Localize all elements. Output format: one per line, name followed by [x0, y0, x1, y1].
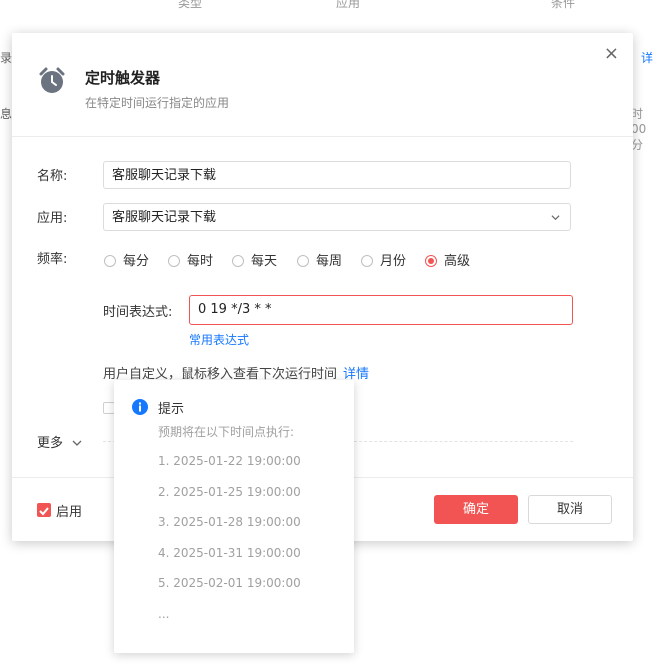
background-row-text: 时00分 — [631, 107, 647, 152]
app-select-value: 客服聊天记录下载 — [112, 210, 217, 225]
radio-dot — [297, 255, 309, 267]
app-label: 应用: — [37, 211, 68, 226]
radio-dot — [104, 255, 116, 267]
confirm-button[interactable]: 确定 — [434, 495, 518, 524]
cron-expression-input[interactable]: 0 19 */3 * * — [189, 295, 573, 325]
header-divider — [12, 136, 633, 137]
popover-title: 提示 — [158, 402, 185, 417]
column-header-type: 类型 — [178, 0, 203, 10]
close-icon[interactable]: × — [604, 45, 619, 63]
frequency-label: 频率: — [37, 252, 68, 267]
run-time-item: ... — [158, 606, 170, 621]
dialog-title: 定时触发器 — [85, 69, 161, 87]
radio-every-minute[interactable]: 每分 — [104, 250, 149, 269]
chevron-down-icon — [551, 215, 560, 221]
column-header-condition: 条件 — [551, 0, 576, 10]
radio-every-day[interactable]: 每天 — [232, 250, 277, 269]
popover-description: 预期将在以下时间点执行: — [158, 425, 295, 439]
radio-dot — [232, 255, 244, 267]
radio-month[interactable]: 月份 — [361, 250, 406, 269]
radio-dot — [361, 255, 373, 267]
next-run-popover: 提示 预期将在以下时间点执行: 1. 2025-01-22 19:00:00 2… — [114, 380, 354, 653]
check-icon — [39, 507, 49, 516]
radio-label: 每分 — [123, 254, 150, 269]
cron-expression-label: 时间表达式: — [103, 305, 173, 320]
enable-checkbox[interactable] — [37, 503, 51, 517]
radio-label: 每时 — [187, 254, 214, 269]
radio-dot — [425, 255, 437, 267]
common-expressions-link[interactable]: 常用表达式 — [189, 331, 249, 348]
radio-dot — [168, 255, 180, 267]
enable-label: 启用 — [56, 505, 83, 520]
name-label: 名称: — [37, 169, 68, 184]
radio-label: 每天 — [251, 254, 278, 269]
dialog-subtitle: 在特定时间运行指定的应用 — [85, 96, 230, 110]
run-time-item: 2. 2025-01-25 19:00:00 — [158, 484, 301, 499]
background-row-text: 息 — [0, 107, 13, 121]
background-table-header: 类型 应用 条件 — [0, 0, 657, 18]
app-select[interactable]: 客服聊天记录下载 — [103, 203, 571, 231]
run-time-item: 4. 2025-01-31 19:00:00 — [158, 545, 301, 560]
background-row-text: 录 — [0, 51, 13, 65]
info-icon — [132, 399, 148, 415]
name-input[interactable]: 客服聊天记录下载 — [103, 161, 571, 189]
run-time-item: 1. 2025-01-22 19:00:00 — [158, 454, 301, 468]
more-label: 更多 — [37, 436, 64, 451]
radio-advanced[interactable]: 高级 — [425, 250, 470, 269]
radio-label: 每周 — [316, 254, 343, 269]
chevron-down-icon — [72, 440, 82, 446]
run-time-item: 5. 2025-02-01 19:00:00 — [158, 576, 301, 590]
radio-every-week[interactable]: 每周 — [297, 250, 342, 269]
more-toggle[interactable]: 更多 — [37, 432, 82, 451]
radio-label: 高级 — [444, 254, 471, 269]
radio-every-hour[interactable]: 每时 — [168, 250, 213, 269]
column-header-app: 应用 — [336, 0, 361, 10]
background-detail-link[interactable]: 详 — [641, 49, 653, 66]
radio-label: 月份 — [380, 254, 407, 269]
run-time-list: 1. 2025-01-22 19:00:00 2. 2025-01-25 19:… — [158, 453, 301, 636]
run-time-item: 3. 2025-01-28 19:00:00 — [158, 515, 301, 529]
alarm-clock-icon — [39, 67, 65, 93]
cancel-button[interactable]: 取消 — [528, 495, 612, 524]
